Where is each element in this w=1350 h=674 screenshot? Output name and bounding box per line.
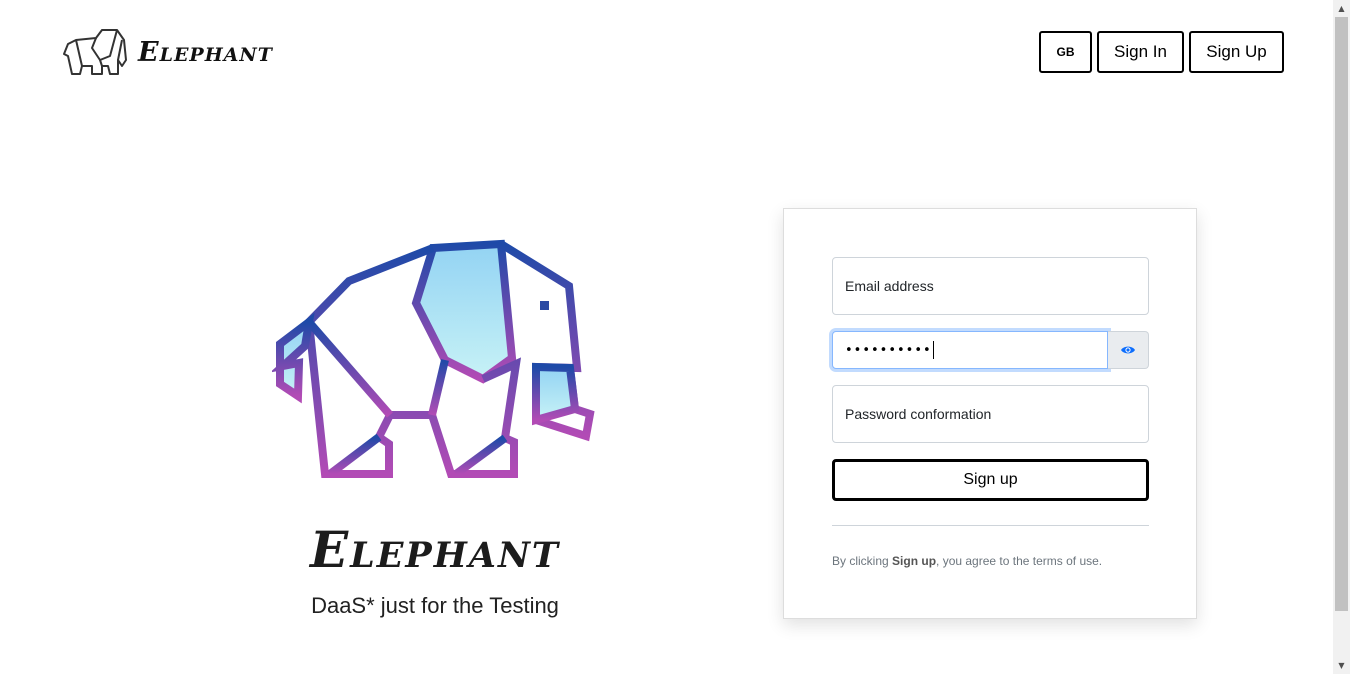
page-scrollbar[interactable]: ▲ ▼ xyxy=(1333,0,1350,674)
signup-card: Email address •••••••••• Password confor… xyxy=(783,208,1197,619)
password-field[interactable]: •••••••••• xyxy=(832,331,1108,369)
top-nav: GB Sign In Sign Up xyxy=(1039,31,1284,73)
password-confirm-field[interactable]: Password conformation xyxy=(832,385,1149,443)
sign-in-button[interactable]: Sign In xyxy=(1097,31,1184,73)
language-button[interactable]: GB xyxy=(1039,31,1092,73)
hero-subtitle: DaaS* just for the Testing xyxy=(311,593,559,618)
brand[interactable]: Elephant xyxy=(62,26,273,78)
terms-bold: Sign up xyxy=(892,554,937,568)
sign-up-button[interactable]: Sign Up xyxy=(1189,31,1284,73)
toggle-password-visibility-button[interactable] xyxy=(1108,331,1149,369)
terms-text: By clicking Sign up, you agree to the te… xyxy=(832,554,1162,568)
eye-icon xyxy=(1121,346,1135,354)
divider xyxy=(832,525,1149,526)
scroll-thumb[interactable] xyxy=(1335,17,1348,611)
elephant-logo-icon xyxy=(63,29,127,75)
elephant-illustration xyxy=(272,239,595,478)
hero-title: Elephant xyxy=(310,520,560,579)
password-value: •••••••••• xyxy=(845,342,932,358)
terms-prefix: By clicking xyxy=(832,554,893,568)
terms-suffix: , you agree to the terms of use. xyxy=(936,554,1103,568)
text-caret xyxy=(932,341,934,359)
sign-up-submit-button[interactable]: Sign up xyxy=(832,459,1149,501)
password-group: •••••••••• xyxy=(832,331,1149,369)
brand-name: Elephant xyxy=(138,36,273,68)
scroll-down-arrow-icon[interactable]: ▼ xyxy=(1333,657,1350,674)
scroll-up-arrow-icon[interactable]: ▲ xyxy=(1333,0,1350,17)
email-field[interactable]: Email address xyxy=(832,257,1149,315)
